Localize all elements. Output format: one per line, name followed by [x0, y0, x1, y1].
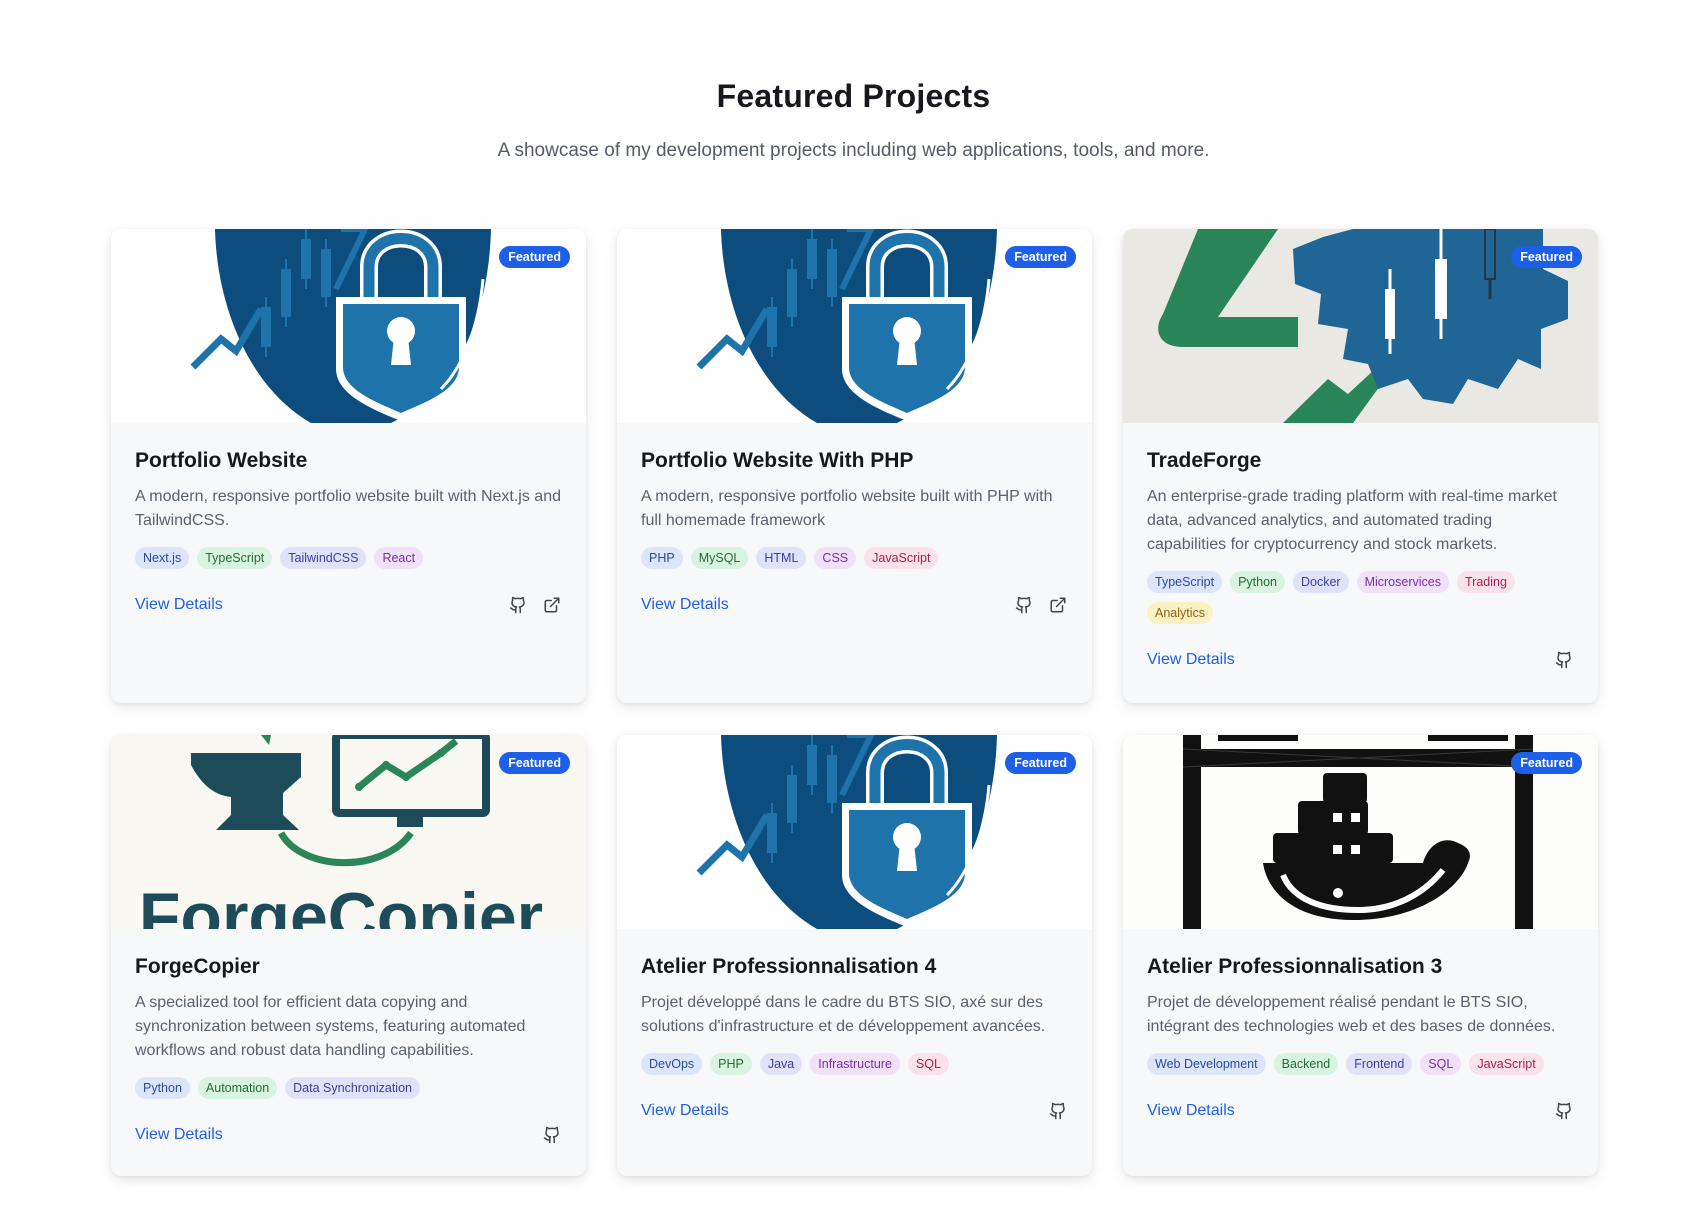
- view-details-link[interactable]: View Details: [1147, 651, 1235, 669]
- tag: Python: [1230, 571, 1285, 593]
- tag: Java: [759, 1053, 803, 1075]
- tag-list: Python Automation Data Synchronization: [135, 1077, 562, 1099]
- tag-list: TypeScript Python Docker Microservices T…: [1147, 571, 1574, 624]
- featured-badge: Featured: [499, 246, 570, 268]
- project-image: Featured: [1123, 229, 1598, 423]
- view-details-link[interactable]: View Details: [135, 596, 223, 614]
- external-link-icon[interactable]: [1048, 595, 1068, 615]
- tag: HTML: [756, 547, 807, 569]
- tag-list: Next.js TypeScript TailwindCSS React: [135, 547, 562, 569]
- tag: Python: [135, 1077, 190, 1099]
- view-details-link[interactable]: View Details: [1147, 1102, 1235, 1120]
- github-icon[interactable]: [1014, 595, 1034, 615]
- featured-badge: Featured: [1005, 752, 1076, 774]
- project-card: Featured Portfolio Website A modern, res…: [111, 229, 586, 703]
- project-description: Projet de développement réalisé pendant …: [1147, 994, 1556, 1035]
- tag: JavaScript: [1469, 1053, 1544, 1075]
- tag: Backend: [1273, 1053, 1339, 1075]
- project-image: Featured: [111, 229, 586, 423]
- tag: Microservices: [1356, 571, 1449, 593]
- tag-list: DevOps PHP Java Infrastructure SQL: [641, 1053, 1068, 1075]
- project-title: ForgeCopier: [135, 955, 260, 978]
- tag: Docker: [1292, 571, 1349, 593]
- project-title: Atelier Professionnalisation 4: [641, 955, 937, 978]
- tag: Web Development: [1147, 1053, 1266, 1075]
- tag: PHP: [710, 1053, 752, 1075]
- project-card: Featured TradeForge An enterprise-grade …: [1123, 229, 1598, 703]
- featured-badge: Featured: [1005, 246, 1076, 268]
- project-card: Featured Atelier Professionnalisation 3 …: [1123, 735, 1598, 1176]
- github-icon[interactable]: [508, 595, 528, 615]
- project-title: TradeForge: [1147, 449, 1262, 472]
- tag-list: Web Development Backend Frontend SQL Jav…: [1147, 1053, 1574, 1075]
- tag: JavaScript: [864, 547, 939, 569]
- tag: Analytics: [1147, 602, 1214, 624]
- project-title: Portfolio Website With PHP: [641, 449, 914, 472]
- projects-section: Featured Projects A showcase of my devel…: [0, 0, 1707, 1214]
- tag: TypeScript: [1147, 571, 1223, 593]
- project-description: An enterprise-grade trading platform wit…: [1147, 488, 1557, 553]
- tag: Automation: [197, 1077, 278, 1099]
- project-card: ForgeCopier Featured ForgeCopier A speci…: [111, 735, 586, 1176]
- project-image: ForgeCopier Featured: [111, 735, 586, 929]
- tag: SQL: [907, 1053, 949, 1075]
- project-title: Portfolio Website: [135, 449, 308, 472]
- tag-list: PHP MySQL HTML CSS JavaScript: [641, 547, 1068, 569]
- project-description: A modern, responsive portfolio website b…: [135, 488, 561, 529]
- tag: Next.js: [135, 547, 190, 569]
- github-icon[interactable]: [1048, 1101, 1068, 1121]
- featured-badge: Featured: [1511, 752, 1582, 774]
- featured-badge: Featured: [1511, 246, 1582, 268]
- tag: TailwindCSS: [280, 547, 367, 569]
- tag: MySQL: [690, 547, 749, 569]
- github-icon[interactable]: [1554, 650, 1574, 670]
- project-card: Featured Atelier Professionnalisation 4 …: [617, 735, 1092, 1176]
- project-title: Atelier Professionnalisation 3: [1147, 955, 1443, 978]
- project-description: A modern, responsive portfolio website b…: [641, 488, 1053, 529]
- tag: React: [374, 547, 424, 569]
- tag: DevOps: [641, 1053, 703, 1075]
- section-subtitle: A showcase of my development projects in…: [497, 140, 1210, 161]
- forgecopier-wordmark: ForgeCopier: [139, 879, 543, 929]
- tag: SQL: [1420, 1053, 1462, 1075]
- section-title: Featured Projects: [716, 78, 991, 114]
- view-details-link[interactable]: View Details: [641, 596, 729, 614]
- tag: PHP: [641, 547, 683, 569]
- project-description: Projet développé dans le cadre du BTS SI…: [641, 994, 1046, 1035]
- project-image: Featured: [617, 735, 1092, 929]
- view-details-link[interactable]: View Details: [135, 1126, 223, 1144]
- tag: TypeScript: [197, 547, 273, 569]
- project-description: A specialized tool for efficient data co…: [135, 994, 526, 1059]
- project-card: Featured Portfolio Website With PHP A mo…: [617, 229, 1092, 703]
- tag: Data Synchronization: [285, 1077, 420, 1099]
- featured-badge: Featured: [499, 752, 570, 774]
- project-image: Featured: [617, 229, 1092, 423]
- tag: CSS: [814, 547, 857, 569]
- github-icon[interactable]: [1554, 1101, 1574, 1121]
- view-details-link[interactable]: View Details: [641, 1102, 729, 1120]
- tag: Infrastructure: [810, 1053, 900, 1075]
- external-link-icon[interactable]: [542, 595, 562, 615]
- tag: Trading: [1456, 571, 1515, 593]
- project-image: Featured: [1123, 735, 1598, 929]
- projects-grid: Featured Portfolio Website A modern, res…: [111, 229, 1598, 1176]
- tag: Frontend: [1346, 1053, 1413, 1075]
- github-icon[interactable]: [542, 1125, 562, 1145]
